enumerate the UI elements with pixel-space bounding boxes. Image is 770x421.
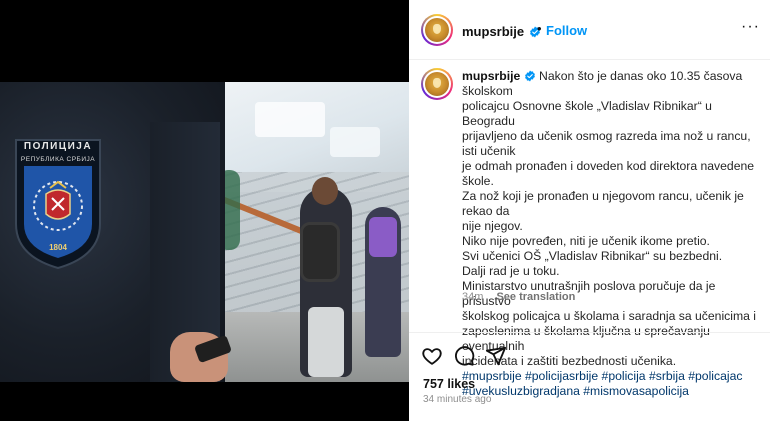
photo-window: [330, 127, 380, 157]
post-panel: mupsrbije • Follow ··· mupsrbije Nakon š…: [409, 0, 770, 421]
police-badge: ПОЛИЦИЈА РЕПУБЛИКА СРБИЈА 1804: [12, 138, 104, 270]
photo-window: [255, 102, 325, 137]
verified-icon: [524, 70, 535, 82]
caption-text-line: školskog policajca u školama i saradnja …: [462, 309, 756, 323]
badge-year: 1804: [49, 243, 67, 252]
post-age: 34m: [462, 291, 484, 303]
separator-dot: •: [537, 21, 542, 36]
caption-text-line: nije njegov.: [462, 219, 523, 233]
see-translation-link[interactable]: See translation: [496, 291, 575, 303]
caption-meta: 34m See translation: [462, 291, 575, 303]
caption-text-line: Dalji rad je u toku.: [462, 264, 560, 278]
caption-area: mupsrbije Nakon što je danas oko 10.35 č…: [409, 60, 770, 398]
post-media[interactable]: ПОЛИЦИЈА РЕПУБЛИКА СРБИЈА 1804: [0, 0, 409, 421]
caption-text-line: je odmah pronađen i doveden kod direktor…: [462, 159, 755, 188]
post-actions: 757 likes 34 minutes ago: [409, 332, 770, 421]
heart-icon[interactable]: [421, 345, 443, 367]
follow-button[interactable]: Follow: [546, 23, 587, 38]
caption-text-line: prijavljeno da učenik osmog razreda ima …: [462, 129, 751, 158]
post-header: mupsrbije • Follow ···: [409, 0, 770, 60]
username[interactable]: mupsrbije: [462, 24, 524, 39]
photo-police-officer: ПОЛИЦИЈА РЕПУБЛИКА СРБИЈА 1804: [0, 82, 233, 382]
likes-count[interactable]: 757 likes: [423, 377, 475, 391]
badge-title: ПОЛИЦИЈА: [23, 141, 93, 152]
photo-student: [300, 177, 352, 377]
avatar[interactable]: [421, 68, 453, 100]
more-options-icon[interactable]: ···: [741, 18, 760, 36]
header-username-row[interactable]: mupsrbije: [462, 23, 541, 41]
photo-student: [365, 207, 401, 357]
avatar[interactable]: [421, 14, 453, 46]
caption-text-line: Svi učenici OŠ „Vladislav Ribnikar“ su b…: [462, 249, 723, 263]
caption-text-line: Niko nije povređen, niti je učenik ikome…: [462, 234, 710, 248]
badge-subtitle: РЕПУБЛИКА СРБИЈА: [20, 156, 96, 163]
share-icon[interactable]: [485, 345, 507, 367]
caption-username[interactable]: mupsrbije: [462, 69, 520, 83]
caption-text-line: policajcu Osnovne škole „Vladislav Ribni…: [462, 99, 712, 128]
caption-text-line: Za nož koji je pronađen u njegovom rancu…: [462, 189, 744, 218]
comment-icon[interactable]: [453, 345, 475, 367]
post-timestamp: 34 minutes ago: [423, 394, 492, 405]
